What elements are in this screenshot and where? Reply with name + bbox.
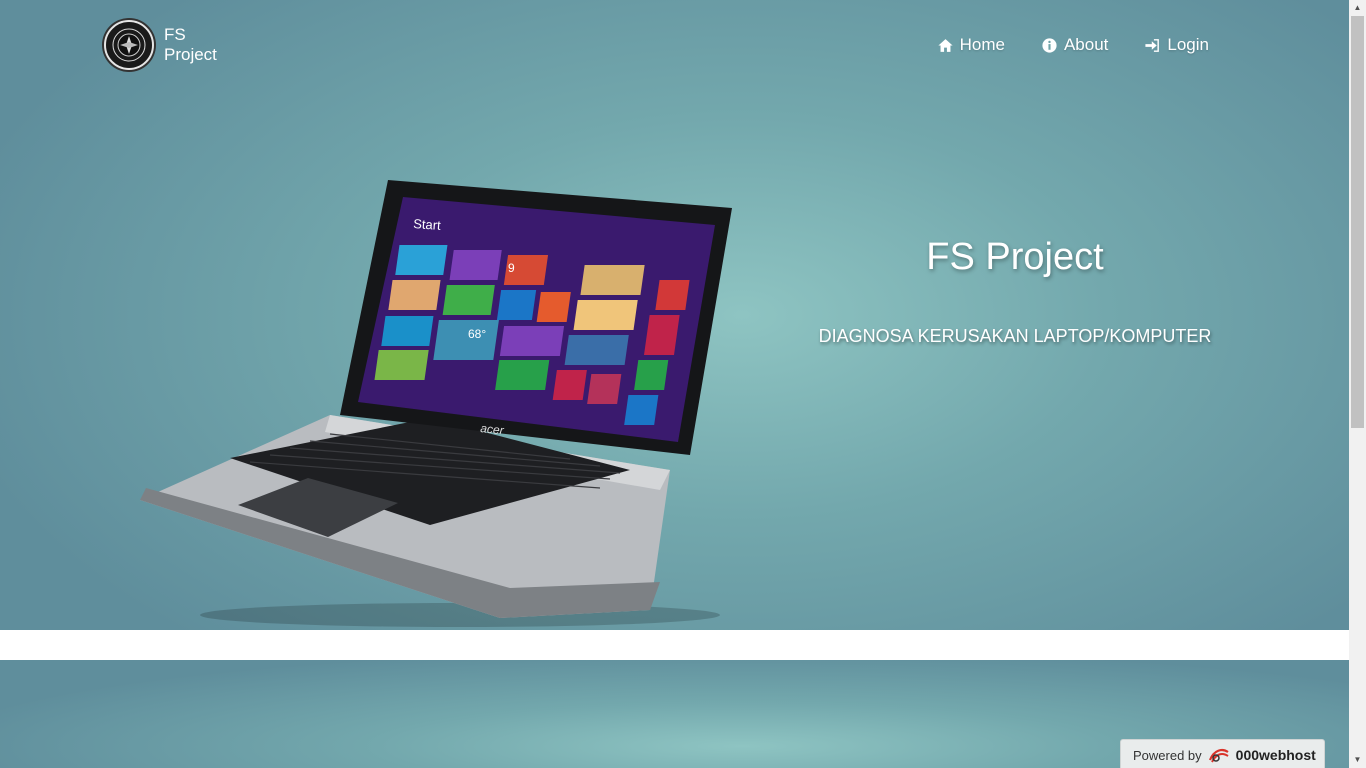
vertical-scrollbar[interactable]: ▲ ▼ — [1349, 0, 1366, 768]
nav-login[interactable]: Login — [1144, 35, 1209, 55]
nav-about-label: About — [1063, 35, 1109, 54]
hero-title: FS Project — [926, 236, 1104, 278]
main-nav: Home About Login — [937, 35, 1209, 55]
home-icon — [938, 38, 953, 52]
brand-name[interactable]: FS Project — [164, 25, 234, 65]
powered-by-label: Powered by — [1133, 747, 1202, 763]
powered-by-badge[interactable]: Powered by 000webhost — [1120, 739, 1325, 768]
sign-in-icon — [1145, 38, 1160, 52]
nav-home-label: Home — [959, 35, 1005, 54]
000webhost-logo-icon — [1208, 749, 1229, 763]
scroll-up-icon[interactable]: ▲ — [1349, 0, 1366, 16]
scrollbar-thumb[interactable] — [1351, 16, 1364, 428]
laptop-tile-temperature: 68° — [468, 327, 486, 341]
info-icon — [1042, 37, 1057, 53]
powered-by-name: 000webhost — [1235, 747, 1316, 763]
laptop-brand-label: acer — [480, 421, 506, 437]
hero-section: FS Project Home About Login Start 68° 9 … — [0, 0, 1349, 630]
laptop-illustration: Start 68° 9 acer — [140, 180, 732, 627]
scroll-down-icon[interactable]: ▼ — [1349, 752, 1366, 768]
laptop-screen-start: Start — [413, 216, 442, 233]
nav-login-label: Login — [1167, 35, 1209, 54]
university-logo-icon — [104, 20, 154, 70]
hero-subtitle: DIAGNOSA KERUSAKAN LAPTOP/KOMPUTER — [818, 326, 1212, 346]
laptop-tile-date: 9 — [508, 261, 515, 275]
section-divider — [0, 630, 1349, 660]
nav-home[interactable]: Home — [937, 35, 1005, 55]
brand[interactable]: FS Project — [104, 20, 234, 70]
nav-about[interactable]: About — [1041, 35, 1108, 55]
